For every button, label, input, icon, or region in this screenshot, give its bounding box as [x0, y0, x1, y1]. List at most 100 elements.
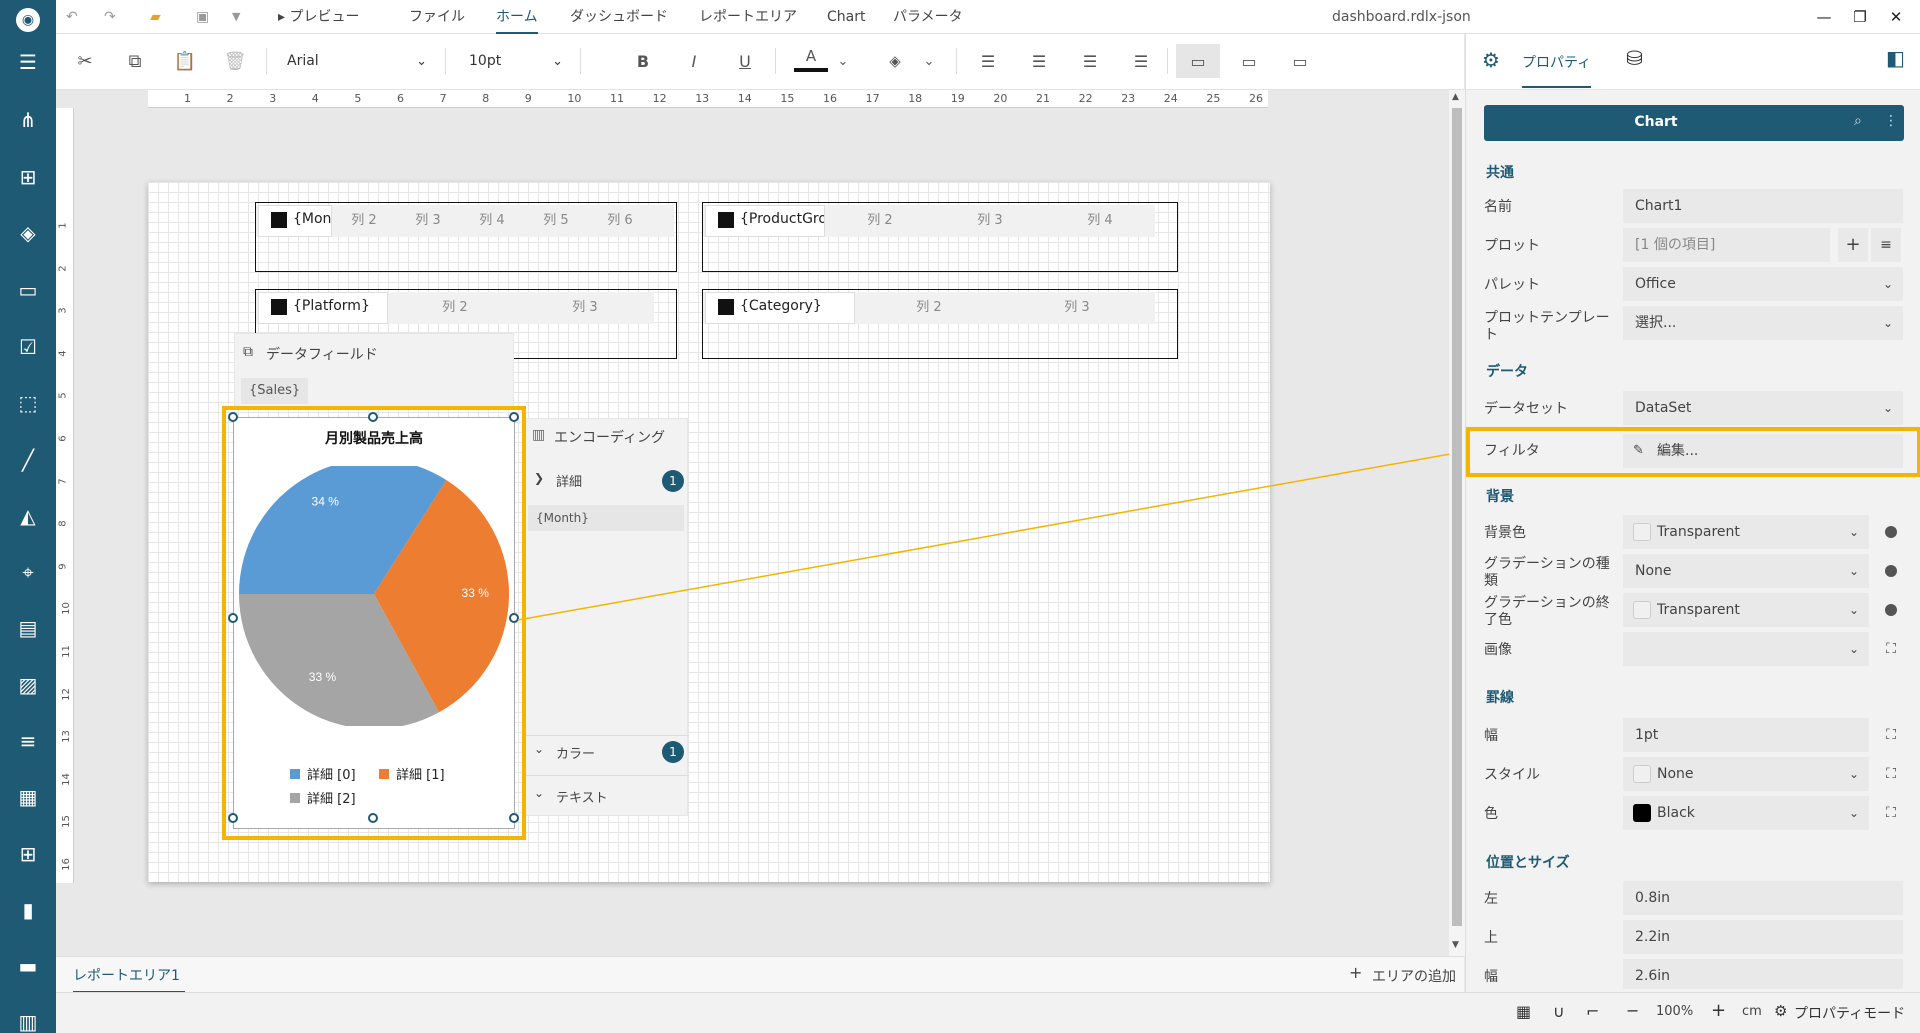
table-category[interactable]: {Category} 列 2 列 3	[702, 289, 1178, 359]
fill-color-icon[interactable]: ◈	[878, 44, 912, 78]
resize-handle[interactable]	[228, 613, 238, 623]
menu-home[interactable]: ホーム	[496, 0, 538, 34]
plot-list-icon[interactable]: ≡	[1871, 228, 1901, 262]
italic-button[interactable]: I	[677, 44, 711, 78]
chevron-right-icon[interactable]: ❯	[534, 471, 544, 485]
search-icon[interactable]: ⌕	[1854, 113, 1862, 129]
hamburger-menu-icon[interactable]: ☰	[0, 42, 56, 82]
expand-icon[interactable]: ⛶	[1876, 757, 1906, 791]
menu-report-area[interactable]: レポートエリア	[699, 0, 797, 34]
valign-middle-icon[interactable]: ▭	[1227, 44, 1271, 78]
undo-icon[interactable]: ↶	[66, 6, 78, 28]
layers-icon[interactable]: ◈	[0, 213, 56, 253]
table-col[interactable]: 列 2	[855, 292, 1003, 324]
gradient-end-select[interactable]: Transparent ⌄	[1623, 593, 1869, 627]
richtext-tool-icon[interactable]: ▤	[0, 608, 56, 648]
plus-icon[interactable]: +	[1349, 963, 1362, 982]
open-folder-icon[interactable]: ▰	[150, 6, 161, 28]
encoding-details-value[interactable]: {Month}	[528, 505, 684, 531]
valign-top-icon[interactable]: ▭	[1176, 44, 1220, 78]
ruler-icon[interactable]: ⌐	[1586, 1002, 1599, 1021]
checkbox-tool-icon[interactable]: ☑	[0, 327, 56, 367]
add-plot-button[interactable]: +	[1838, 228, 1868, 262]
font-color-dropdown-icon[interactable]: ⌄	[832, 44, 854, 78]
menu-chart[interactable]: Chart	[827, 0, 865, 34]
zoom-in-icon[interactable]: +	[1711, 1000, 1726, 1021]
table-first-cell[interactable]: {ProductGro	[705, 205, 825, 237]
unit-label[interactable]: cm	[1742, 1004, 1762, 1019]
width-input[interactable]: 2.6in	[1623, 959, 1903, 989]
database-icon[interactable]: ⛁	[1626, 46, 1643, 70]
table-col[interactable]: 列 2	[825, 205, 935, 237]
expand-icon[interactable]: ⛶	[1876, 718, 1906, 752]
plot-template-select[interactable]: 選択... ⌄	[1623, 306, 1903, 340]
resize-handle[interactable]	[228, 813, 238, 823]
bg-color-select[interactable]: Transparent ⌄	[1623, 515, 1869, 549]
plot-input[interactable]: [1 個の項目]	[1623, 228, 1830, 262]
border-style-select[interactable]: None ⌄	[1623, 757, 1869, 791]
preview-button[interactable]: ▸ プレビュー	[278, 0, 359, 34]
delete-icon[interactable]: 🗑	[218, 44, 252, 78]
data-field-value[interactable]: {Sales}	[241, 378, 309, 404]
expression-dot[interactable]	[1885, 565, 1897, 577]
table-month[interactable]: {Month} 列 2 列 3 列 4 列 5 列 6	[255, 202, 677, 272]
image-select[interactable]: ⌄	[1623, 632, 1869, 666]
table-col[interactable]: 列 4	[460, 205, 524, 237]
property-mode-button[interactable]: プロパティモード	[1794, 1003, 1905, 1023]
grid-icon[interactable]: ▦	[1516, 1002, 1531, 1021]
encoding-text-label[interactable]: テキスト	[556, 787, 608, 806]
encoding-color-label[interactable]: カラー	[556, 743, 595, 762]
table-col[interactable]: 列 2	[332, 205, 396, 237]
gradient-type-select[interactable]: None ⌄	[1623, 554, 1869, 588]
name-input[interactable]: Chart1	[1623, 189, 1903, 223]
table-col[interactable]: 列 3	[520, 292, 650, 324]
palette-select[interactable]: Office ⌄	[1623, 267, 1903, 301]
components-icon[interactable]: ⊞	[0, 157, 56, 197]
chart-control[interactable]: 月別製品売上高 34 % 33 % 33 % 詳細 [0] 詳細 [1] 詳細 [2]	[233, 417, 515, 829]
align-left-icon[interactable]: ☰	[971, 44, 1005, 78]
border-width-input[interactable]: 1pt	[1623, 718, 1869, 752]
barcode-tool-icon[interactable]: ▥	[0, 1002, 56, 1033]
expand-icon[interactable]: ⛶	[1876, 632, 1906, 666]
chart-tool-icon[interactable]: ▮	[0, 890, 56, 930]
save-icon[interactable]: ▣	[196, 6, 209, 28]
resize-handle[interactable]	[368, 412, 378, 422]
container-tool-icon[interactable]: ⬚	[0, 383, 56, 423]
fill-color-dropdown-icon[interactable]: ⌄	[918, 44, 940, 78]
textbox-tool-icon[interactable]: ▭	[0, 270, 56, 310]
table-col[interactable]: 列 3	[396, 205, 460, 237]
copy-icon[interactable]: ⧉	[118, 44, 152, 78]
resize-handle[interactable]	[509, 813, 519, 823]
menu-parameters[interactable]: パラメータ	[893, 0, 963, 34]
image-tool-icon[interactable]: ▨	[0, 665, 56, 705]
tab-report-area-1[interactable]: レポートエリア1	[73, 965, 185, 993]
left-input[interactable]: 0.8in	[1623, 881, 1903, 915]
scroll-down-icon[interactable]: ▼	[1452, 940, 1459, 950]
table-col[interactable]: 列 6	[588, 205, 652, 237]
table-first-cell[interactable]: {Platform}	[258, 292, 388, 324]
chevron-down-icon[interactable]: ⌄	[534, 742, 544, 756]
table-col[interactable]: 列 4	[1045, 205, 1155, 237]
restore-button[interactable]: ❐	[1843, 0, 1877, 34]
resize-handle[interactable]	[368, 813, 378, 823]
menu-file[interactable]: ファイル	[409, 0, 465, 34]
align-center-icon[interactable]: ☰	[1022, 44, 1056, 78]
border-color-select[interactable]: Black ⌄	[1623, 796, 1869, 830]
table-productgroup[interactable]: {ProductGro 列 2 列 3 列 4	[702, 202, 1178, 272]
close-button[interactable]: ✕	[1879, 0, 1913, 34]
sparkline-tool-icon[interactable]: ▬	[0, 946, 56, 986]
save-dropdown-icon[interactable]: ▼	[232, 6, 240, 28]
scroll-up-icon[interactable]: ▲	[1452, 92, 1459, 102]
vertical-scrollbar[interactable]: ▲ ▼	[1449, 90, 1465, 956]
table-col[interactable]: 列 5	[524, 205, 588, 237]
filter-edit-button[interactable]: ✎ 編集...	[1623, 434, 1903, 468]
hierarchy-icon[interactable]: ⋔	[0, 100, 56, 140]
scrollbar-thumb[interactable]	[1452, 108, 1462, 926]
add-area-button[interactable]: エリアの追加	[1372, 966, 1456, 986]
resize-handle[interactable]	[228, 412, 238, 422]
bold-button[interactable]: B	[626, 44, 660, 78]
line-tool-icon[interactable]: ╱	[0, 440, 56, 480]
input-tool-icon[interactable]: ⌖	[0, 552, 56, 592]
more-options-icon[interactable]: ⋮	[1884, 113, 1898, 129]
align-justify-icon[interactable]: ☰	[1124, 44, 1158, 78]
